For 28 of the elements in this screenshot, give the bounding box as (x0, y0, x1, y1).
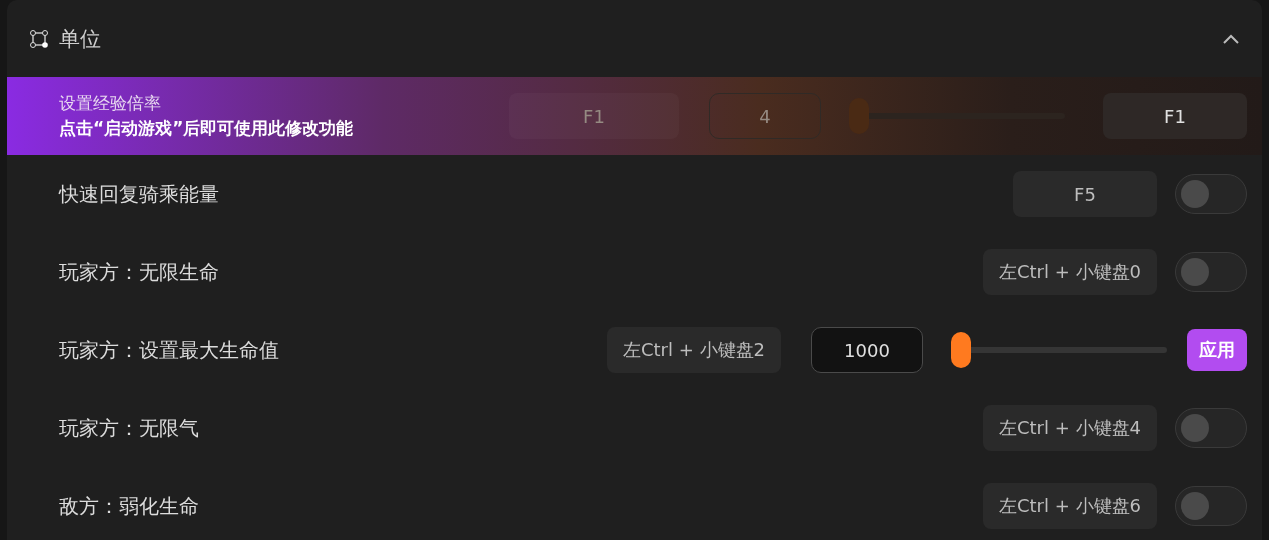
hotkey-box[interactable]: F1 (1103, 93, 1247, 139)
hotkey-box[interactable]: F5 (1013, 171, 1157, 217)
toggle-switch[interactable] (1175, 174, 1247, 214)
unlock-notice: 点击“启动游戏”后即可使用此修改功能 (59, 117, 355, 140)
slider[interactable] (951, 332, 1167, 368)
toggle-switch[interactable] (1175, 408, 1247, 448)
apply-button[interactable]: 应用 (1187, 329, 1247, 371)
row-label: 设置经验倍率 (59, 92, 162, 115)
hotkey-box[interactable]: 左Ctrl + 小键盘0 (983, 249, 1157, 295)
row-label: 玩家方：设置最大生命值 (59, 336, 280, 364)
slider-thumb[interactable] (951, 332, 971, 368)
section-title: 单位 (59, 25, 102, 53)
hotkey-box[interactable]: 左Ctrl + 小键盘4 (983, 405, 1157, 451)
slider-thumb[interactable] (849, 98, 869, 134)
row-label: 快速回复骑乘能量 (59, 180, 220, 208)
row-label: 敌方：弱化生命 (59, 492, 200, 520)
hotkey-box[interactable]: 左Ctrl + 小键盘2 (607, 327, 781, 373)
toggle-switch[interactable] (1175, 486, 1247, 526)
value-field[interactable]: 1000 (811, 327, 923, 373)
value-field[interactable]: 4 (709, 93, 821, 139)
row-label: 玩家方：无限气 (59, 414, 200, 442)
hotkey-box[interactable]: 左Ctrl + 小键盘6 (983, 483, 1157, 529)
row-label: 玩家方：无限生命 (59, 258, 220, 286)
nodes-icon (29, 28, 49, 49)
chevron-up-icon[interactable] (1222, 32, 1240, 45)
slider[interactable] (849, 98, 1065, 134)
toggle-switch[interactable] (1175, 252, 1247, 292)
hotkey-box: F1 (509, 93, 679, 139)
